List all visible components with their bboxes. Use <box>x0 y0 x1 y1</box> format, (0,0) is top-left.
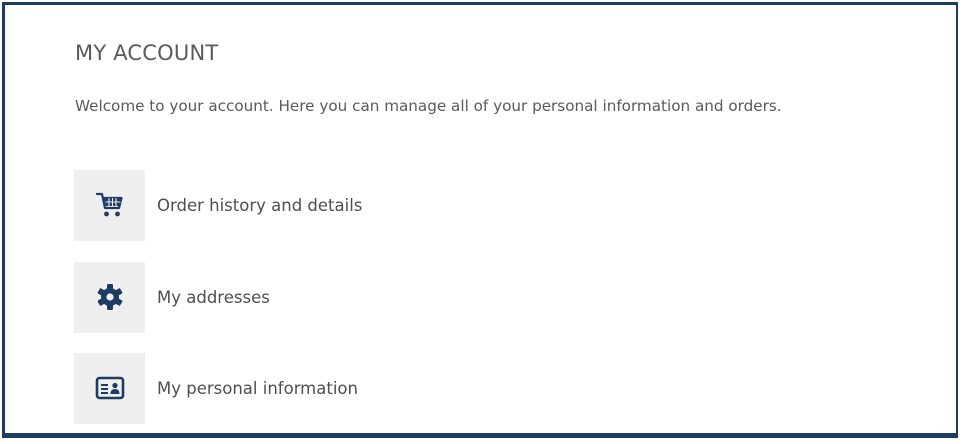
order-history-link[interactable]: Order history and details <box>74 169 362 241</box>
personal-information-link[interactable]: My personal information <box>74 352 358 424</box>
welcome-message: Welcome to your account. Here you can ma… <box>75 97 782 115</box>
gear-icon <box>97 284 122 310</box>
my-addresses-link[interactable]: My addresses <box>74 261 270 333</box>
order-history-label: Order history and details <box>157 195 363 215</box>
my-addresses-label: My addresses <box>157 287 270 307</box>
shopping-cart-icon <box>95 192 123 217</box>
account-panel: MY ACCOUNT Welcome to your account. Here… <box>2 2 958 438</box>
page-title: MY ACCOUNT <box>75 41 219 65</box>
personal-information-icon-box[interactable] <box>74 352 145 424</box>
personal-information-label: My personal information <box>157 378 358 398</box>
order-history-icon-box[interactable] <box>74 169 145 241</box>
my-addresses-icon-box[interactable] <box>74 261 145 333</box>
id-card-icon <box>95 376 124 400</box>
